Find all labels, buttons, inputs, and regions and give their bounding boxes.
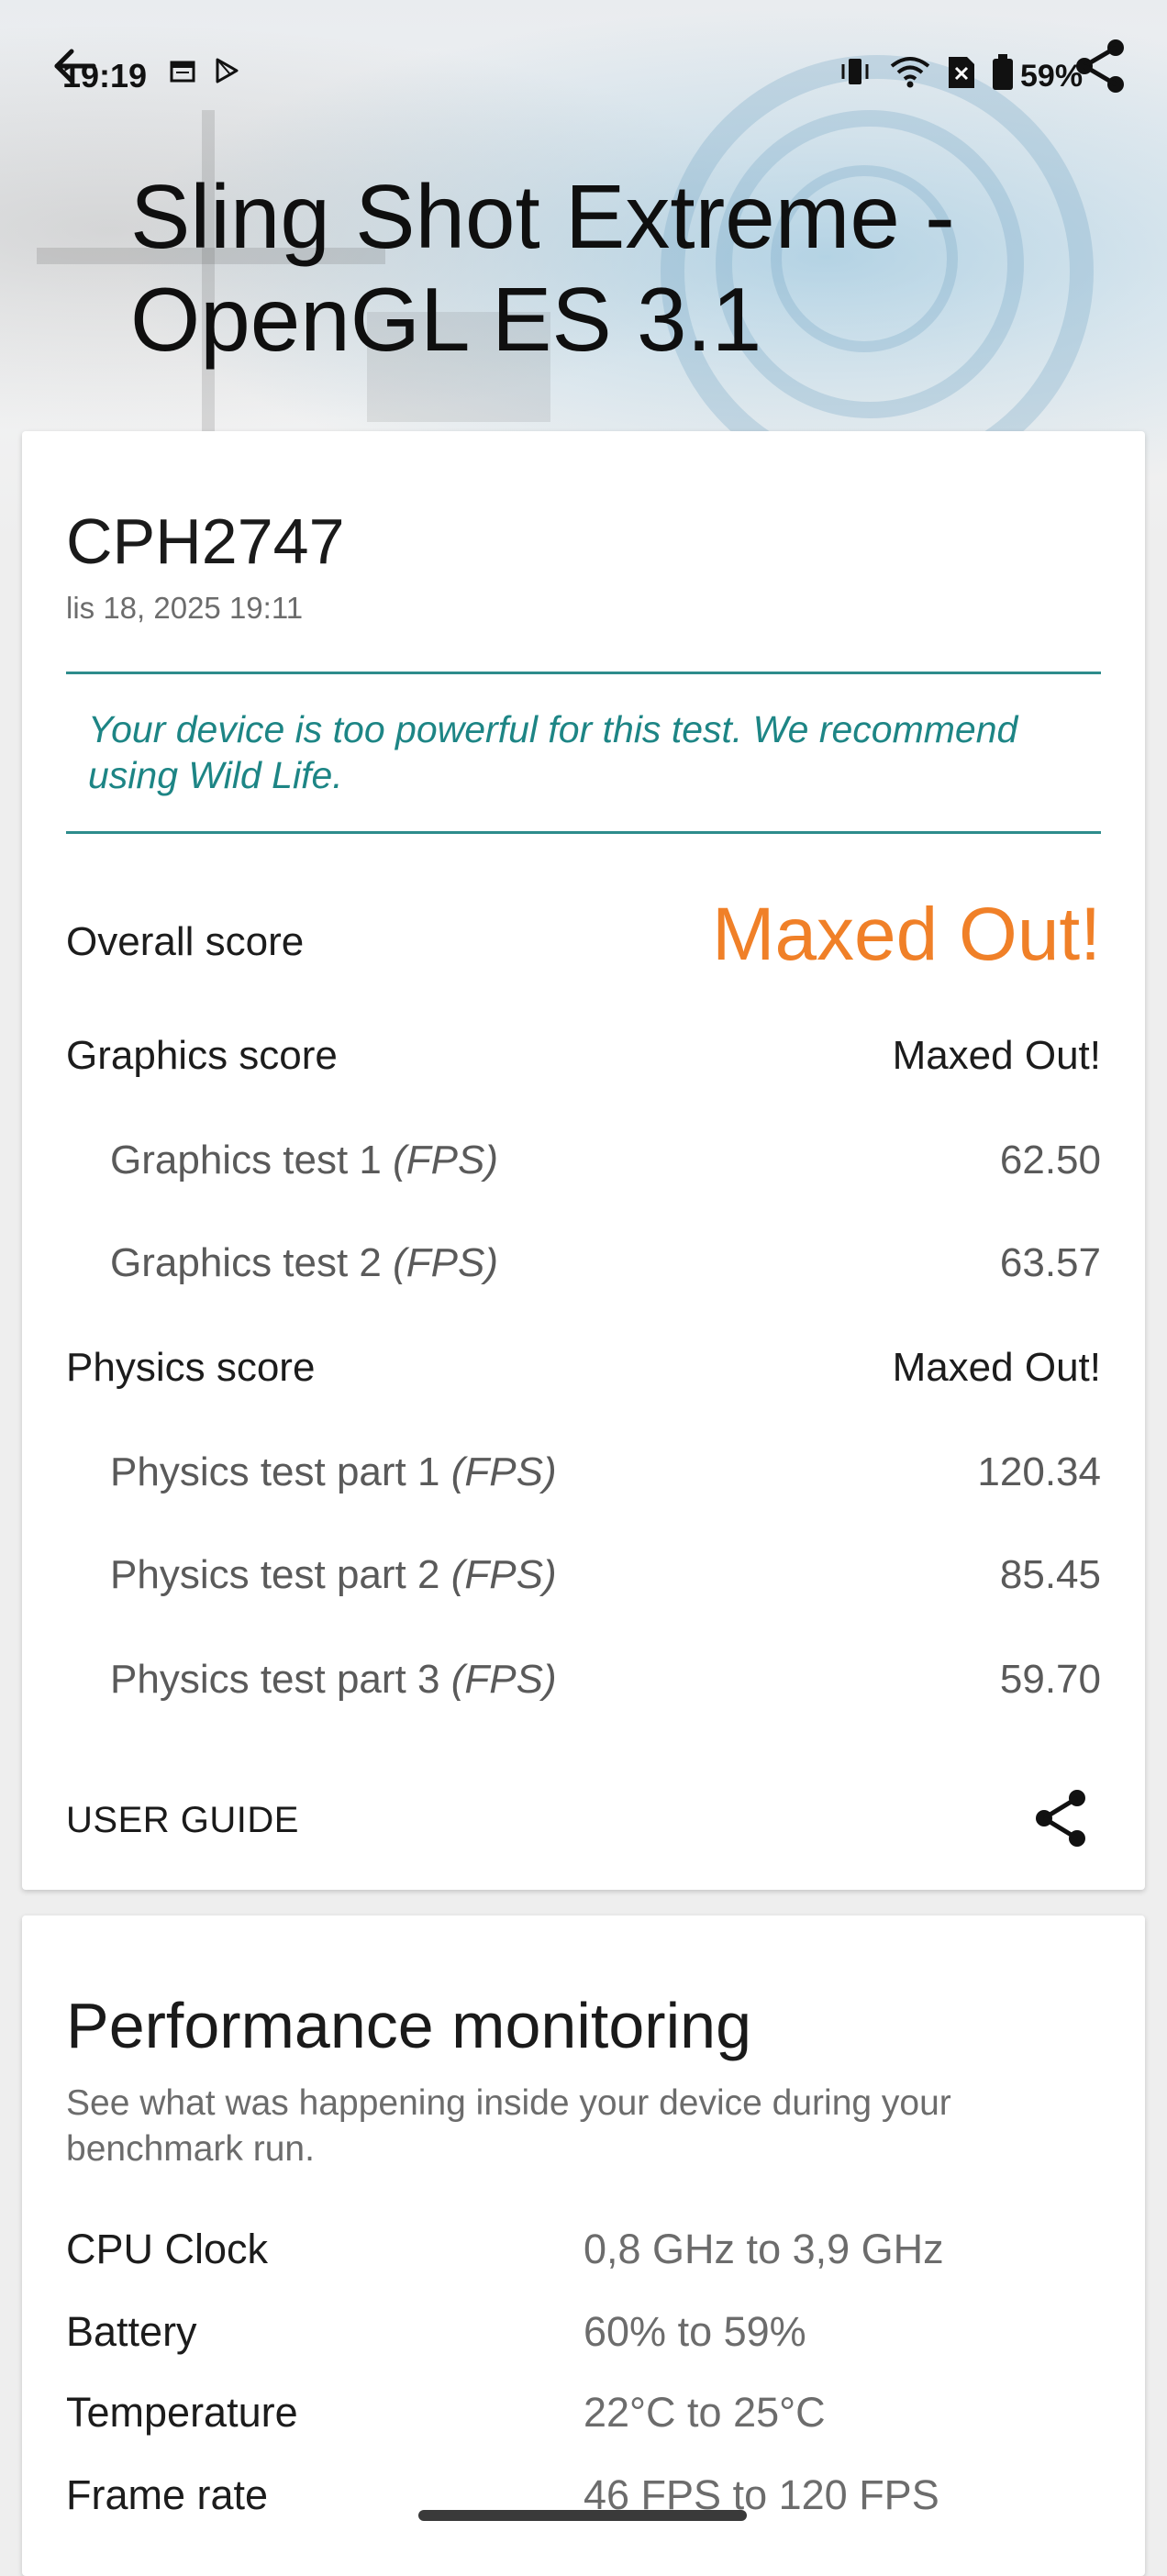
battery-icon bbox=[991, 53, 1015, 96]
test-name: Physics test part 3 bbox=[110, 1657, 440, 1702]
test-unit: (FPS) bbox=[450, 1657, 557, 1702]
play-store-icon bbox=[213, 57, 240, 89]
graphics-score-value: Maxed Out! bbox=[892, 1033, 1101, 1078]
graphics-test-2-label: Graphics test 2 (FPS) bbox=[110, 1240, 498, 1286]
performance-description: See what was happening inside your devic… bbox=[66, 2083, 951, 2169]
test-unit: (FPS) bbox=[450, 1552, 557, 1597]
physics-score-value: Maxed Out! bbox=[892, 1345, 1101, 1390]
physics-test-2-label: Physics test part 2 (FPS) bbox=[110, 1552, 557, 1598]
status-bar: 19:19 59% bbox=[0, 0, 1167, 147]
physics-test-1-label: Physics test part 1 (FPS) bbox=[110, 1449, 557, 1495]
no-sim-icon bbox=[947, 55, 976, 94]
overall-score-value: Maxed Out! bbox=[712, 893, 1101, 976]
cpu-clock-value: 0,8 GHz to 3,9 GHz bbox=[584, 2226, 944, 2272]
test-name: Graphics test 1 bbox=[110, 1138, 382, 1183]
result-date: lis 18, 2025 19:11 bbox=[66, 591, 304, 625]
page-title: Sling Shot Extreme - OpenGL ES 3.1 bbox=[130, 166, 955, 370]
physics-score-label: Physics score bbox=[66, 1345, 316, 1390]
warning-message: Your device is too powerful for this tes… bbox=[88, 708, 1018, 796]
share-icon[interactable] bbox=[1072, 37, 1130, 95]
test-name: Graphics test 2 bbox=[110, 1240, 382, 1285]
graphics-test-1-value: 62.50 bbox=[999, 1138, 1101, 1183]
graphics-test-1-label: Graphics test 1 (FPS) bbox=[110, 1138, 498, 1183]
vibrate-icon bbox=[837, 53, 873, 94]
performance-title: Performance monitoring bbox=[66, 1990, 751, 2061]
physics-test-2-value: 85.45 bbox=[999, 1552, 1101, 1597]
battery-value: 60% to 59% bbox=[584, 2308, 806, 2355]
battery-label: Battery bbox=[66, 2308, 197, 2355]
test-name: Physics test part 1 bbox=[110, 1449, 440, 1494]
physics-test-3-value: 59.70 bbox=[999, 1657, 1101, 1702]
graphics-test-2-value: 63.57 bbox=[999, 1240, 1101, 1285]
temperature-value: 22°C to 25°C bbox=[584, 2389, 826, 2436]
share-icon[interactable] bbox=[1028, 1785, 1094, 1851]
physics-test-1-value: 120.34 bbox=[977, 1449, 1101, 1494]
test-name: Physics test part 2 bbox=[110, 1552, 440, 1597]
overall-score-label: Overall score bbox=[66, 919, 305, 964]
performance-card: Performance monitoring See what was happ… bbox=[22, 1915, 1145, 2576]
user-guide-button[interactable]: USER GUIDE bbox=[66, 1800, 299, 1841]
test-unit: (FPS) bbox=[393, 1138, 499, 1183]
calendar-icon bbox=[169, 57, 196, 89]
back-arrow-icon[interactable] bbox=[50, 40, 101, 92]
frame-rate-label: Frame rate bbox=[66, 2471, 269, 2518]
temperature-label: Temperature bbox=[66, 2389, 298, 2436]
graphics-score-label: Graphics score bbox=[66, 1033, 338, 1078]
divider bbox=[66, 831, 1101, 834]
physics-test-3-label: Physics test part 3 (FPS) bbox=[110, 1657, 557, 1703]
wifi-icon bbox=[888, 53, 932, 94]
test-unit: (FPS) bbox=[450, 1449, 557, 1494]
cpu-clock-label: CPU Clock bbox=[66, 2226, 269, 2272]
results-card: CPH2747 lis 18, 2025 19:11 Your device i… bbox=[22, 431, 1145, 1890]
device-name: CPH2747 bbox=[66, 505, 345, 577]
home-indicator[interactable] bbox=[418, 2510, 747, 2521]
test-unit: (FPS) bbox=[393, 1240, 499, 1285]
divider bbox=[66, 672, 1101, 674]
